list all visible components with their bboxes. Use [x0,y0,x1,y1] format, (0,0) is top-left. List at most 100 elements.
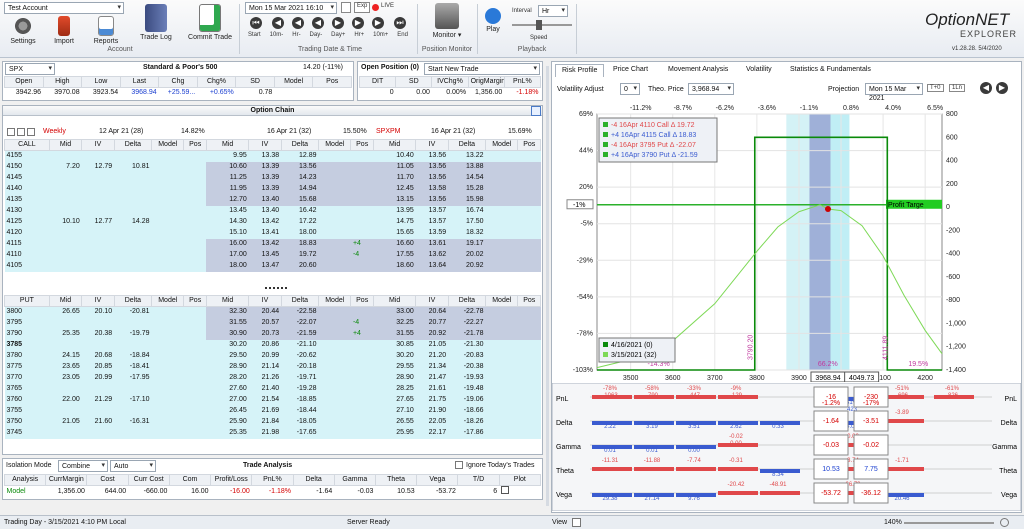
chain-cell[interactable]: 14.54 [448,172,486,184]
chain-cell[interactable]: 21.40 [248,383,282,395]
ignore-trades-checkbox[interactable] [455,461,463,469]
chain-cell[interactable]: 20.38 [81,328,115,340]
end-button[interactable]: ⏭ [394,17,406,29]
chain-cell[interactable] [151,172,184,184]
chain-row[interactable]: 4125 10.10 12.77 14.28 14.30 13.42 17.22 14.75 1… [4,216,541,228]
chain-cell[interactable] [350,260,374,272]
chain-cell[interactable] [517,361,541,373]
chain-cell[interactable] [151,383,184,395]
chain-cell[interactable] [318,194,351,206]
chain-cell[interactable]: -21.59 [281,328,319,340]
chain-cell[interactable] [151,405,184,417]
chain-cell[interactable]: -19.48 [448,383,486,395]
chain-cell[interactable] [318,172,351,184]
chain-cell[interactable]: -19.79 [114,328,152,340]
chain-cell[interactable]: 28.90 [206,361,249,373]
risk-profile-chart[interactable]: 69% 44% 20% -5% -29% -54% -78% -103% 800 600 400 20… [552,100,1021,382]
chain-cell[interactable] [318,260,351,272]
chain-cell[interactable] [151,238,184,250]
chain-cell[interactable] [183,405,207,417]
chain-cell[interactable] [485,350,518,362]
chain-cell[interactable] [517,194,541,206]
chain-cell[interactable]: 21.26 [248,372,282,384]
chain-row[interactable]: 4130 13.45 13.40 16.42 13.95 13.57 16.74 [4,205,541,217]
chain-cell[interactable]: 21.69 [248,405,282,417]
chain-cell[interactable]: 23.65 [49,361,82,373]
chain-cell[interactable]: 21.61 [415,383,449,395]
chain-cell[interactable]: 15.65 [373,227,416,239]
chain-row[interactable]: 3765 27.60 21.40 -19.28 28.25 21.61 -19.48 [4,383,541,395]
chain-cell[interactable] [485,306,518,318]
chain-cell[interactable] [350,216,374,228]
chain-cell[interactable]: -21.30 [448,339,486,351]
chain-cell[interactable]: -18.85 [281,394,319,406]
chain-cell[interactable] [350,361,374,373]
chain-cell[interactable] [49,194,82,206]
chain-cell[interactable]: 21.54 [248,394,282,406]
chain-cell[interactable] [485,383,518,395]
chain-cell[interactable]: 16.42 [281,205,319,217]
chain-cell[interactable]: -22.78 [448,306,486,318]
chain-cell[interactable]: 22.00 [49,394,82,406]
chain-cell[interactable] [49,172,82,184]
chain-cell[interactable] [517,306,541,318]
account-select[interactable]: Test Account [4,2,124,14]
chain-cell[interactable] [49,427,82,439]
chain-cell[interactable]: 20.92 [448,260,486,272]
chain-cell[interactable]: 13.56 [415,161,449,173]
chain-cell[interactable]: 12.70 [206,194,249,206]
chain-cell[interactable]: 27.65 [373,394,416,406]
chain-row[interactable]: 3800 26.65 20.10 -20.81 32.30 20.44 -22.58 33.0… [4,306,541,318]
chain-cell[interactable] [81,227,115,239]
chain-cell[interactable] [114,339,152,351]
chain-cell[interactable]: 13.64 [415,260,449,272]
chain-cell[interactable] [81,317,115,329]
chain-cell[interactable]: -17.65 [281,427,319,439]
chain-cell[interactable] [183,339,207,351]
chain-cell[interactable]: 16.60 [373,238,416,250]
chain-cell[interactable]: 24.15 [49,350,82,362]
chain-cell[interactable] [350,161,374,173]
chain-cell[interactable] [49,260,82,272]
chain-cell[interactable]: 20.02 [448,249,486,261]
chain-cell[interactable] [350,172,374,184]
chain-cell[interactable] [485,260,518,272]
expiry-dropdown-button[interactable] [27,128,35,136]
chain-cell[interactable]: 14.75 [373,216,416,228]
chain-cell[interactable]: -21.10 [281,339,319,351]
chain-cell[interactable]: 21.98 [248,427,282,439]
chain-cell[interactable] [318,416,351,428]
chain-cell[interactable] [350,350,374,362]
chain-cell[interactable]: +4 [350,328,374,340]
chain-cell[interactable] [49,150,82,162]
chain-cell[interactable]: 18.32 [448,227,486,239]
chain-cell[interactable] [114,194,152,206]
chain-cell[interactable] [81,405,115,417]
chain-cell[interactable]: -19.06 [448,394,486,406]
chain-cell[interactable]: 28.25 [373,383,416,395]
chain-cell[interactable] [49,227,82,239]
chain-cell[interactable]: 33.00 [373,306,416,318]
chain-cell[interactable]: 20.60 [281,260,319,272]
datetime-field[interactable]: Mon 15 Mar 2021 16:10 [245,2,337,14]
chain-cell[interactable]: 10.60 [206,161,249,173]
chain-cell[interactable]: 13.39 [248,172,282,184]
chain-cell[interactable] [485,194,518,206]
chain-cell[interactable]: 13.38 [248,150,282,162]
chain-cell[interactable]: 17.55 [373,249,416,261]
chain-cell[interactable] [350,394,374,406]
chain-cell[interactable] [151,350,184,362]
chain-cell[interactable] [318,306,351,318]
chain-cell[interactable]: 18.00 [281,227,319,239]
chain-cell[interactable] [151,328,184,340]
chain-cell[interactable] [81,383,115,395]
chain-cell[interactable]: 12.89 [281,150,319,162]
chain-cell[interactable] [517,183,541,195]
tab-price-chart[interactable]: Price Chart [607,64,654,77]
zoom-slider[interactable] [904,522,994,524]
chain-cell[interactable] [517,205,541,217]
chain-cell[interactable] [81,339,115,351]
chain-cell[interactable] [114,172,152,184]
chain-cell[interactable]: 21.90 [415,405,449,417]
chain-cell[interactable]: 30.20 [373,350,416,362]
